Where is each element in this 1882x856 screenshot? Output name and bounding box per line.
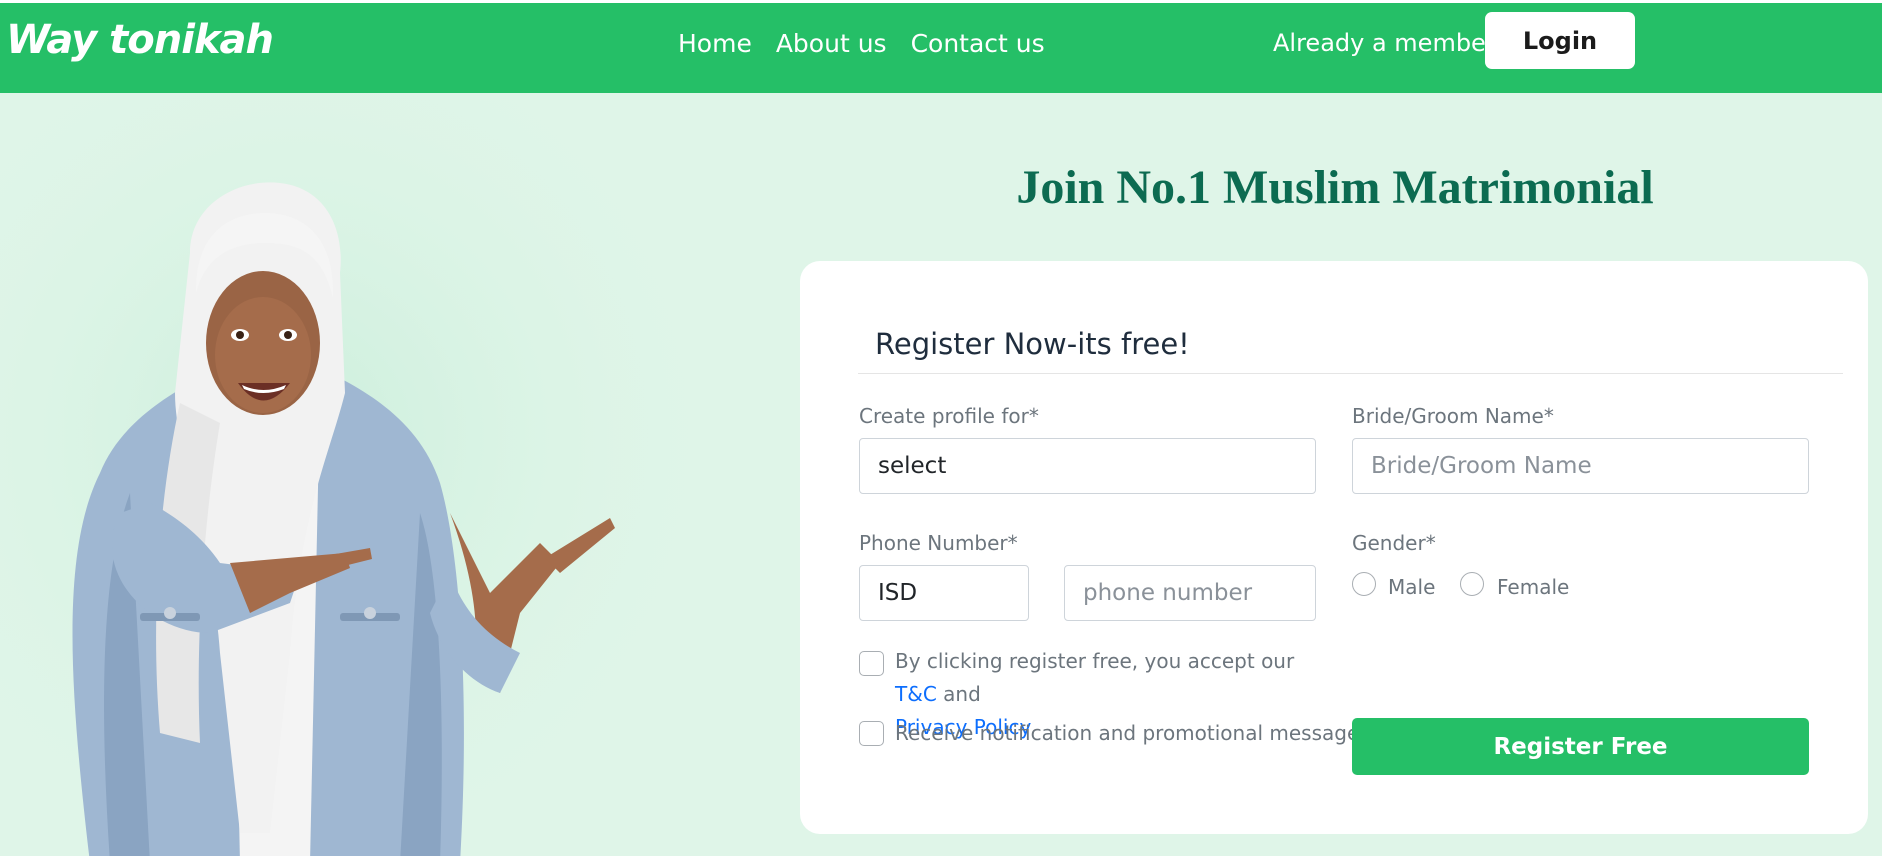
login-button[interactable]: Login [1485, 12, 1635, 69]
main-nav: Home About us Contact us [678, 29, 1045, 58]
profile-for-label: Create profile for* [859, 404, 1039, 428]
gender-female-label: Female [1497, 575, 1570, 599]
gender-male-radio[interactable] [1352, 572, 1376, 596]
nav-about-link[interactable]: About us [776, 29, 887, 58]
terms-prefix: By clicking register free, you accept ou… [895, 649, 1295, 673]
gender-label: Gender* [1352, 531, 1436, 555]
name-label: Bride/Groom Name* [1352, 404, 1554, 428]
profile-for-select[interactable]: select [859, 438, 1316, 494]
nav-home-link[interactable]: Home [678, 29, 752, 58]
isd-input[interactable]: ISD [859, 565, 1029, 621]
register-free-button[interactable]: Register Free [1352, 718, 1809, 775]
notification-label: Receive notification and promotional mes… [895, 721, 1370, 745]
tc-link[interactable]: T&C [895, 682, 937, 706]
terms-and: and [943, 682, 981, 706]
gender-male-label: Male [1388, 575, 1436, 599]
nav-contact-link[interactable]: Contact us [911, 29, 1045, 58]
register-heading: Register Now-its free! [875, 327, 1190, 361]
header-bar: Way tonikah Home About us Contact us Alr… [0, 3, 1882, 93]
heading-divider [858, 373, 1843, 374]
gender-female-radio[interactable] [1460, 572, 1484, 596]
register-card: Register Now-its free! Create profile fo… [800, 261, 1868, 834]
phone-label: Phone Number* [859, 531, 1018, 555]
hero-illustration [0, 93, 740, 856]
page-title: Join No.1 Muslim Matrimonial [1016, 161, 1654, 214]
site-logo[interactable]: Way tonikah [6, 17, 274, 63]
already-member-text: Already a member? [1273, 29, 1509, 57]
phone-input[interactable]: phone number [1064, 565, 1316, 621]
terms-checkbox[interactable] [859, 651, 884, 676]
notification-checkbox[interactable] [859, 721, 884, 746]
name-input[interactable]: Bride/Groom Name [1352, 438, 1809, 494]
